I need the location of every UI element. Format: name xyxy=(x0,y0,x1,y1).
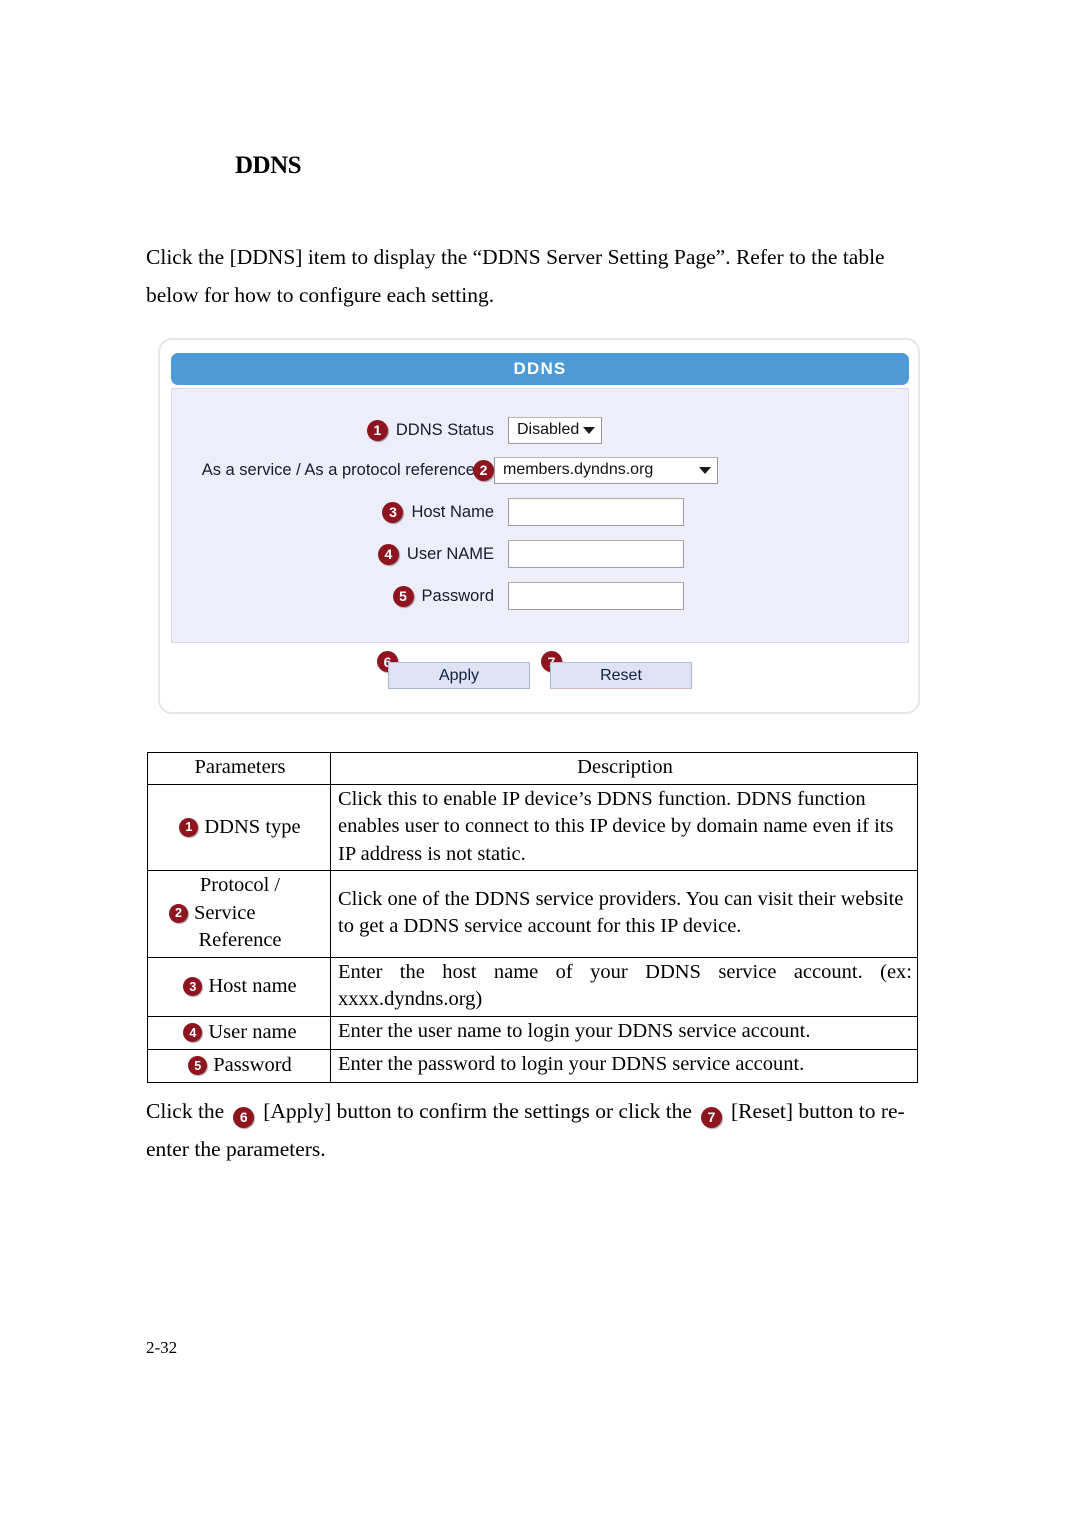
param-cell-password: 5 Password xyxy=(147,1048,331,1083)
param-label-line2: Service xyxy=(194,901,256,924)
param-cell-ddns-type: 1 DDNS type xyxy=(147,783,331,871)
panel-title-bar: DDNS xyxy=(171,353,909,385)
param-cell-user-name: 4 User name xyxy=(147,1015,331,1050)
closing-paragraph: Click the 6 [Apply] button to confirm the … xyxy=(146,1092,936,1168)
field-row-host-name: 3 Host Name xyxy=(172,497,908,527)
page-title: DDNS xyxy=(235,152,302,179)
table-header-row: Parameters Description xyxy=(147,752,918,785)
badge-3: 3 xyxy=(382,501,404,523)
desc-cell-protocol-service: Click one of the DDNS service providers.… xyxy=(330,870,918,958)
badge-3: 3 xyxy=(183,977,203,997)
param-label: Password xyxy=(213,1054,292,1076)
desc-cell-user-name: Enter the user name to login your DDNS s… xyxy=(330,1015,918,1050)
badge-5: 5 xyxy=(392,585,414,607)
select-ddns-status[interactable]: Disabled xyxy=(508,416,602,444)
badge-2: 2 xyxy=(169,903,188,923)
table-row: Protocol / 2 Service Reference Click one… xyxy=(147,870,918,958)
badge-5: 5 xyxy=(188,1056,208,1076)
field-row-service-reference: As a service / As a protocol reference 2… xyxy=(172,455,908,485)
desc-cell-ddns-type: Click this to enable IP device’s DDNS fu… xyxy=(330,783,918,871)
label-host-name: Host Name xyxy=(411,502,494,521)
badge-6: 6 xyxy=(233,1106,255,1128)
desc-cell-host-name: Enter the host name of your DDNS service… xyxy=(330,956,918,1017)
table-row: 1 DDNS type Click this to enable IP devi… xyxy=(147,783,918,871)
select-ddns-status-value: Disabled xyxy=(517,421,580,438)
select-service-reference[interactable]: members.dyndns.org xyxy=(494,456,718,484)
table-row: 5 Password Enter the password to login y… xyxy=(147,1048,918,1083)
table-row: 4 User name Enter the user name to login… xyxy=(147,1015,918,1050)
intro-paragraph: Click the [DDNS] item to display the “DD… xyxy=(146,245,885,307)
label-password: Password xyxy=(421,586,494,605)
reset-button[interactable]: Reset xyxy=(550,662,692,689)
select-service-reference-value: members.dyndns.org xyxy=(503,461,654,478)
chevron-down-icon xyxy=(583,426,595,434)
badge-4: 4 xyxy=(183,1023,203,1043)
closing-text-1: Click the xyxy=(146,1099,225,1123)
input-password[interactable] xyxy=(508,582,684,610)
param-cell-protocol-service: Protocol / 2 Service Reference xyxy=(147,870,331,958)
closing-text-2: [Apply] button to confirm the settings o… xyxy=(263,1099,692,1123)
desc-cell-password: Enter the password to login your DDNS se… xyxy=(330,1048,918,1083)
field-row-ddns-status: 1 DDNS Status Disabled xyxy=(172,415,908,445)
badge-4: 4 xyxy=(377,543,399,565)
header-description: Description xyxy=(330,752,918,785)
param-label-line1: Protocol / xyxy=(199,874,281,896)
label-user-name: User NAME xyxy=(406,544,494,563)
page-number: 2-32 xyxy=(146,1338,178,1357)
ddns-settings-panel: DDNS 1 DDNS Status Disabled As a service… xyxy=(158,338,920,714)
badge-1: 1 xyxy=(179,818,199,837)
param-label: Host name xyxy=(208,975,297,997)
table-row: 3 Host name Enter the host name of your … xyxy=(147,956,918,1017)
field-row-user-name: 4 User NAME xyxy=(172,539,908,569)
badge-7: 7 xyxy=(700,1106,722,1128)
chevron-down-icon xyxy=(699,466,711,474)
param-cell-host-name: 3 Host name xyxy=(147,956,331,1017)
apply-button-label: Apply xyxy=(438,666,480,684)
label-ddns-status: DDNS Status xyxy=(395,420,494,439)
badge-2: 2 xyxy=(473,459,494,481)
input-host-name[interactable] xyxy=(508,498,684,526)
header-parameters: Parameters xyxy=(147,752,331,785)
parameters-table: Parameters Description 1 DDNS type Click… xyxy=(147,752,918,1083)
param-label: User name xyxy=(208,1021,297,1043)
reset-button-label: Reset xyxy=(600,666,642,684)
label-service-reference: As a service / As a protocol reference xyxy=(201,460,475,479)
panel-body: 1 DDNS Status Disabled As a service / As… xyxy=(171,388,909,643)
badge-1: 1 xyxy=(366,419,388,441)
field-row-password: 5 Password xyxy=(172,581,908,611)
input-user-name[interactable] xyxy=(508,540,684,568)
apply-button[interactable]: Apply xyxy=(388,662,530,689)
param-label-line3: Reference xyxy=(198,929,282,951)
param-label: DDNS type xyxy=(204,815,301,838)
